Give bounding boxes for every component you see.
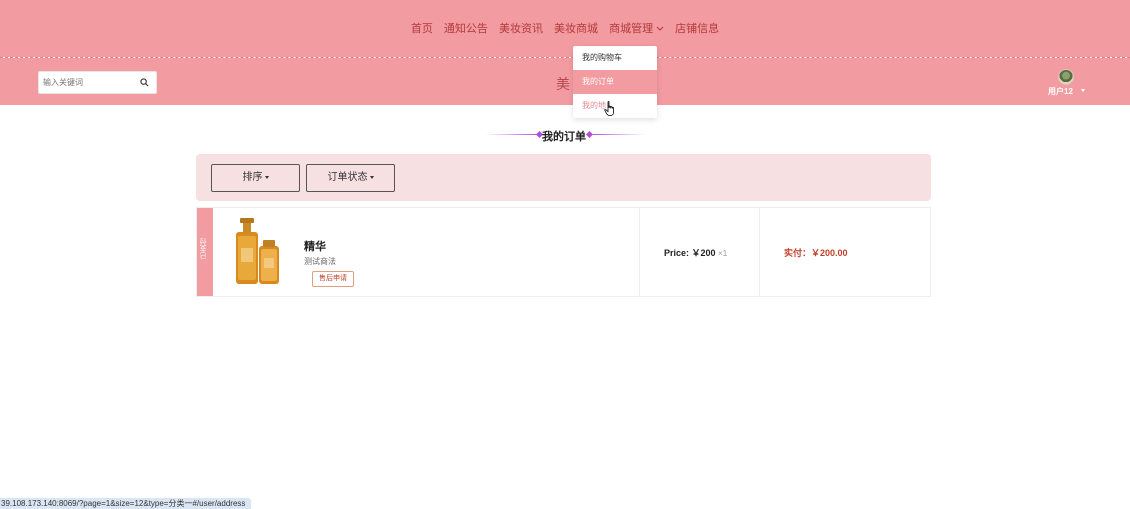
page-heading: 我的订单 [480, 127, 650, 143]
nav-item-mall-management-label: 商城管理 [609, 23, 654, 35]
nav-item-mall-management[interactable]: 商城管理 [609, 20, 664, 36]
order-status-dropdown-button[interactable]: 订单状态 [306, 164, 395, 192]
diamond-icon [585, 130, 594, 139]
product-description: 测试商法 [304, 257, 336, 266]
nav-item-home[interactable]: 首页 [411, 20, 433, 36]
search-box [38, 71, 157, 94]
column-divider [639, 208, 640, 296]
heading-line-left [485, 134, 537, 135]
caret-down-icon [1081, 89, 1085, 92]
product-image[interactable] [233, 216, 283, 288]
quantity: ×1 [718, 249, 728, 258]
order-status-strip: 已支付 [197, 208, 213, 296]
username: 用户12 [1048, 87, 1073, 96]
caret-down-icon [369, 175, 374, 179]
user-menu[interactable]: 用户12 [1046, 68, 1088, 98]
after-sale-button[interactable]: 售后申请 [312, 271, 354, 287]
search-icon[interactable] [140, 78, 149, 87]
status-bar-url: 39.108.173.140:8069/?page=1&size=12&type… [0, 498, 252, 509]
site-title: 美 [556, 76, 570, 92]
hand-cursor-icon [604, 101, 614, 116]
order-card: 已支付 精华 测试商法 售后申请 Price: ￥200 ×1 实付：￥200.… [196, 207, 931, 297]
order-status-badge: 已支付 [200, 238, 207, 259]
caret-down-icon [264, 175, 269, 179]
chevron-down-icon [656, 26, 664, 31]
order-status-label: 订单状态 [327, 172, 368, 183]
nav-item-shop-info[interactable]: 店铺信息 [675, 20, 719, 36]
unit-price: Price: ￥200 ×1 [664, 246, 727, 259]
page-title: 我的订单 [542, 131, 586, 143]
nav-item-beauty-news[interactable]: 美妆资讯 [499, 20, 543, 36]
heading-line-right [593, 134, 645, 135]
column-divider [759, 208, 760, 296]
paid-amount: 实付：￥200.00 [784, 248, 848, 258]
nav-item-notices[interactable]: 通知公告 [444, 20, 488, 36]
main-menu: 首页 通知公告 美妆资讯 美妆商城 商城管理 店铺信息 [0, 20, 1130, 36]
price-label: Price: ￥200 [664, 248, 716, 258]
dropdown-item-orders[interactable]: 我的订单 [573, 70, 657, 94]
sort-dropdown-button[interactable]: 排序 [211, 164, 300, 192]
search-input[interactable] [43, 75, 135, 90]
sort-label: 排序 [242, 172, 263, 183]
product-name[interactable]: 精华 [304, 238, 326, 254]
filter-bar: 排序 订单状态 [196, 154, 931, 201]
dropdown-item-cart[interactable]: 我的购物车 [573, 46, 657, 70]
nav-item-beauty-mall[interactable]: 美妆商城 [554, 20, 598, 36]
avatar[interactable] [1058, 69, 1074, 85]
